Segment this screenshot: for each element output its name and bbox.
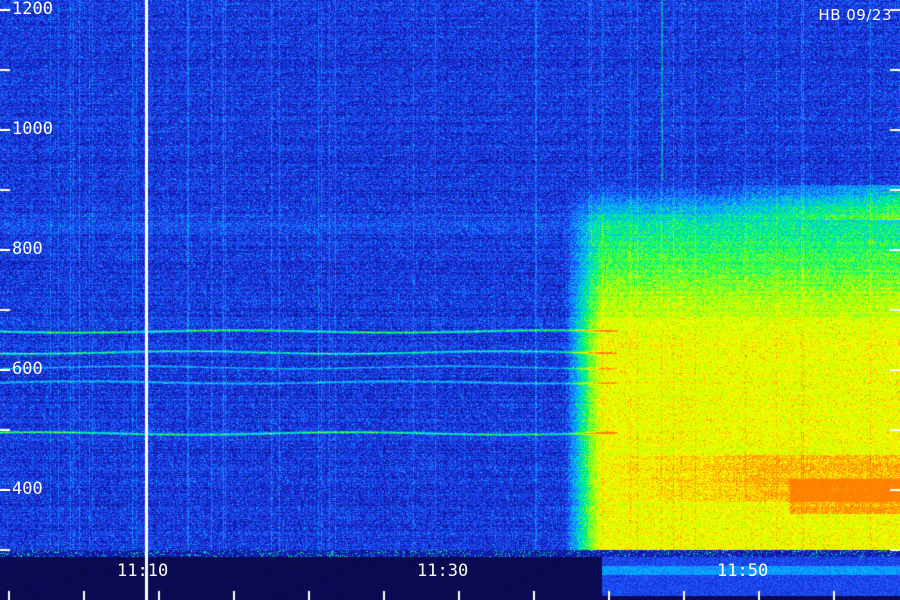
y-tick-mark <box>0 9 10 11</box>
x-tick-label: 11:50 <box>717 561 769 581</box>
y-tick-label: 600 <box>12 359 43 379</box>
y-tick-label: 1200 <box>12 0 53 19</box>
y-tick-mark <box>0 489 10 491</box>
watermark-label: HB 09/23 <box>818 6 892 24</box>
y-tick-label: 800 <box>12 239 43 259</box>
y-tick-mark <box>0 369 10 371</box>
y-tick-label: 400 <box>12 479 43 499</box>
y-tick-mark <box>0 249 10 251</box>
x-tick-label: 11:30 <box>417 561 469 581</box>
spectrogram-canvas <box>0 0 900 600</box>
y-tick-label: 1000 <box>12 119 53 139</box>
y-tick-mark <box>0 129 10 131</box>
x-tick-label: 11:10 <box>117 561 169 581</box>
